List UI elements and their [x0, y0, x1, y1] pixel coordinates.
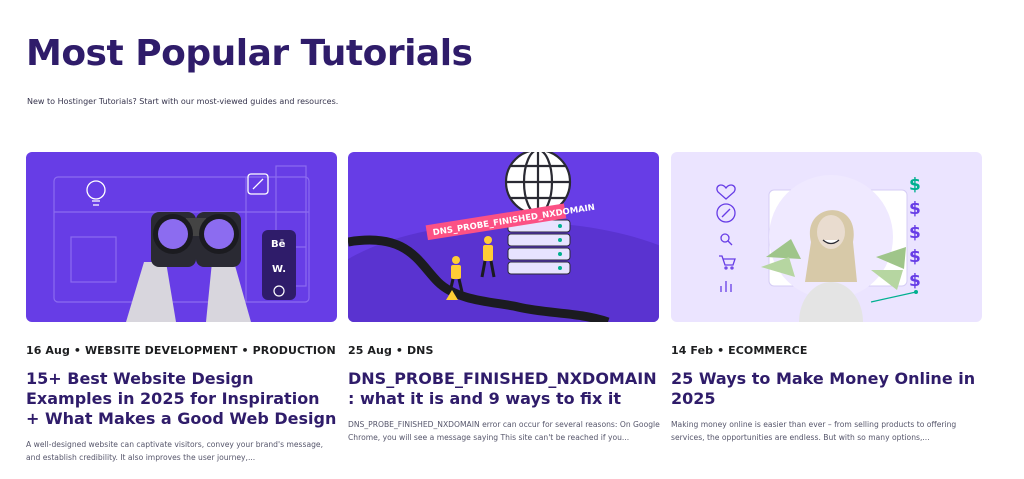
- svg-text:$: $: [909, 223, 921, 243]
- make-money-illustration: $ $ $ $ $: [671, 152, 982, 322]
- card-thumbnail[interactable]: Bē W.: [26, 152, 337, 322]
- card-title-link[interactable]: 25 Ways to Make Money Online in 2025: [671, 369, 983, 409]
- tutorial-card[interactable]: $ $ $ $ $ 14 Feb • ECOMMERCE 25 Ways to …: [671, 152, 983, 444]
- card-thumbnail[interactable]: DNS_PROBE_FINISHED_NXDOMAIN: [348, 152, 659, 322]
- card-excerpt: Making money online is easier than ever …: [671, 420, 957, 442]
- card-title-link[interactable]: 15+ Best Website Design Examples in 2025…: [26, 369, 338, 429]
- card-title-link[interactable]: DNS_PROBE_FINISHED_NXDOMAIN : what it is…: [348, 369, 660, 409]
- card-meta: 14 Feb • ECOMMERCE: [671, 344, 808, 357]
- dollar-icon: $ $ $ $ $: [909, 175, 921, 291]
- page-title: Most Popular Tutorials: [26, 33, 473, 74]
- tutorial-card[interactable]: DNS_PROBE_FINISHED_NXDOMAIN 25 Aug • DNS…: [348, 152, 660, 444]
- card-meta: 16 Aug • WEBSITE DEVELOPMENT • PRODUCTIO…: [26, 344, 336, 357]
- card-meta: 25 Aug • DNS: [348, 344, 434, 357]
- card-thumbnail[interactable]: $ $ $ $ $: [671, 152, 982, 322]
- card-excerpt: DNS_PROBE_FINISHED_NXDOMAIN error can oc…: [348, 420, 660, 442]
- dns-error-illustration: DNS_PROBE_FINISHED_NXDOMAIN: [348, 152, 659, 322]
- svg-text:$: $: [909, 199, 921, 219]
- svg-text:$: $: [909, 271, 921, 291]
- behance-icon: Bē: [271, 239, 286, 250]
- tutorial-card[interactable]: Bē W. 16 Aug • WEBSITE DEVELOPMENT • PRO…: [26, 152, 338, 464]
- webflow-icon: W.: [272, 264, 286, 275]
- svg-text:$: $: [909, 175, 921, 195]
- svg-text:$: $: [909, 247, 921, 267]
- card-excerpt: A well-designed website can captivate vi…: [26, 440, 324, 462]
- web-design-illustration: Bē W.: [26, 152, 337, 322]
- page-subtitle: New to Hostinger Tutorials? Start with o…: [27, 97, 339, 106]
